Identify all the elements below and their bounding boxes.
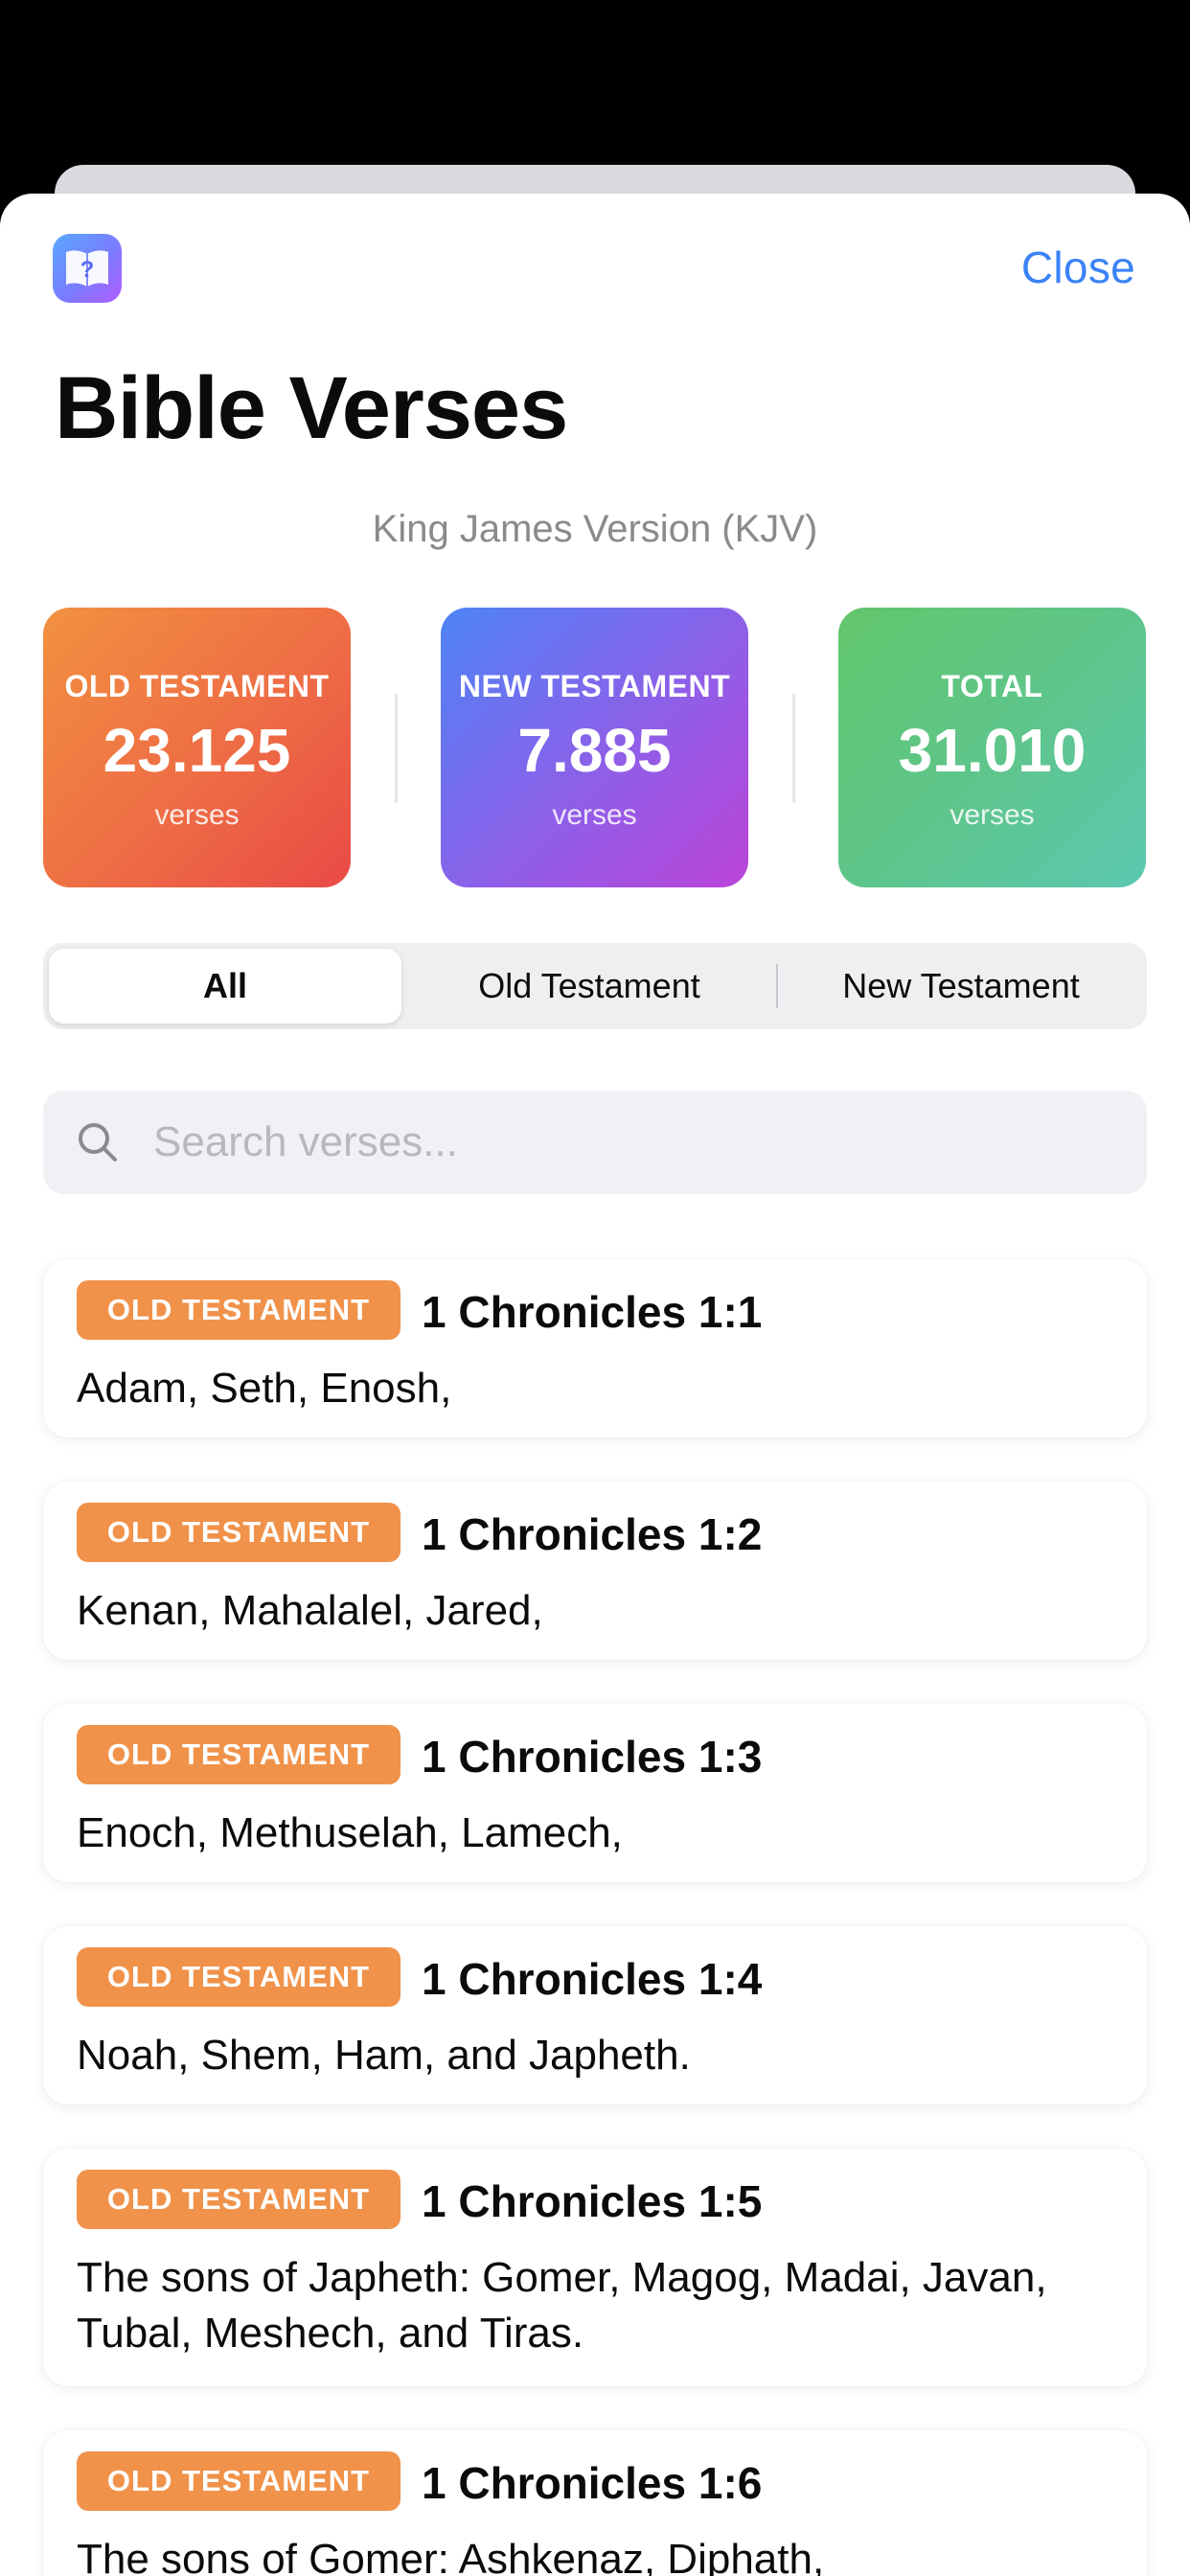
verse-reference: 1 Chronicles 1:1 bbox=[422, 1287, 763, 1337]
verse-reference: 1 Chronicles 1:2 bbox=[422, 1509, 763, 1559]
filter-old-testament[interactable]: Old Testament bbox=[407, 949, 771, 1024]
verse-text: Enoch, Methuselah, Lamech, bbox=[77, 1809, 623, 1856]
verse-reference: 1 Chronicles 1:3 bbox=[422, 1732, 763, 1782]
verse-text: The sons of Japheth: Gomer, Magog, Madai… bbox=[77, 2254, 1047, 2357]
stat-unit: verses bbox=[950, 799, 1035, 831]
stat-label: OLD TESTAMENT bbox=[64, 669, 330, 703]
stat-value: 31.010 bbox=[898, 716, 1087, 785]
verse-card[interactable]: OLD TESTAMENT 1 Chronicles 1:5 The sons … bbox=[43, 2149, 1147, 2386]
verse-text: Adam, Seth, Enosh, bbox=[77, 1365, 452, 1412]
app-icon: ? bbox=[53, 234, 122, 303]
stat-card-new-testament: NEW TESTAMENT 7.885 verses bbox=[441, 608, 748, 887]
verse-text: The sons of Gomer: Ashkenaz, Diphath, bbox=[77, 2536, 825, 2576]
divider bbox=[792, 694, 795, 803]
close-button[interactable]: Close bbox=[1021, 242, 1135, 293]
stat-card-old-testament: OLD TESTAMENT 23.125 verses bbox=[43, 608, 351, 887]
verse-card[interactable]: OLD TESTAMENT 1 Chronicles 1:2 Kenan, Ma… bbox=[43, 1482, 1147, 1660]
stat-label: NEW TESTAMENT bbox=[458, 669, 731, 703]
stat-unit: verses bbox=[154, 799, 240, 831]
filter-all[interactable]: All bbox=[49, 949, 401, 1024]
page-title: Bible Verses bbox=[55, 359, 568, 457]
divider bbox=[395, 694, 398, 803]
testament-badge: OLD TESTAMENT bbox=[77, 2170, 400, 2229]
verse-card[interactable]: OLD TESTAMENT 1 Chronicles 1:4 Noah, She… bbox=[43, 1926, 1147, 2104]
filter-new-testament[interactable]: New Testament bbox=[781, 949, 1141, 1024]
stat-card-total: TOTAL 31.010 verses bbox=[838, 608, 1146, 887]
verse-text: Kenan, Mahalalel, Jared, bbox=[77, 1587, 543, 1634]
search-bar bbox=[43, 1091, 1147, 1194]
segment-divider bbox=[776, 964, 778, 1008]
stat-unit: verses bbox=[552, 799, 637, 831]
book-question-icon: ? bbox=[66, 250, 108, 287]
verse-card[interactable]: OLD TESTAMENT 1 Chronicles 1:1 Adam, Set… bbox=[43, 1259, 1147, 1438]
verse-text: Noah, Shem, Ham, and Japheth. bbox=[77, 2032, 691, 2079]
verse-card[interactable]: OLD TESTAMENT 1 Chronicles 1:3 Enoch, Me… bbox=[43, 1704, 1147, 1882]
svg-text:?: ? bbox=[80, 257, 95, 283]
verse-reference: 1 Chronicles 1:6 bbox=[422, 2458, 763, 2508]
stat-label: TOTAL bbox=[941, 669, 1043, 703]
testament-badge: OLD TESTAMENT bbox=[77, 1947, 400, 2007]
search-icon bbox=[79, 1123, 117, 1162]
testament-filter: All Old Testament New Testament bbox=[43, 943, 1147, 1029]
stat-value: 23.125 bbox=[103, 716, 291, 785]
testament-badge: OLD TESTAMENT bbox=[77, 1503, 400, 1562]
verse-card[interactable]: OLD TESTAMENT 1 Chronicles 1:6 The sons … bbox=[43, 2430, 1147, 2576]
verse-reference: 1 Chronicles 1:4 bbox=[422, 1954, 763, 2004]
testament-badge: OLD TESTAMENT bbox=[77, 2451, 400, 2511]
search-input[interactable] bbox=[153, 1091, 1111, 1194]
stat-value: 7.885 bbox=[517, 716, 672, 785]
verse-reference: 1 Chronicles 1:5 bbox=[422, 2176, 763, 2226]
testament-badge: OLD TESTAMENT bbox=[77, 1280, 400, 1340]
translation-subtitle: King James Version (KJV) bbox=[372, 508, 818, 550]
testament-badge: OLD TESTAMENT bbox=[77, 1725, 400, 1784]
verses-sheet: ? Close Bible Verses King James Version … bbox=[0, 194, 1190, 2576]
